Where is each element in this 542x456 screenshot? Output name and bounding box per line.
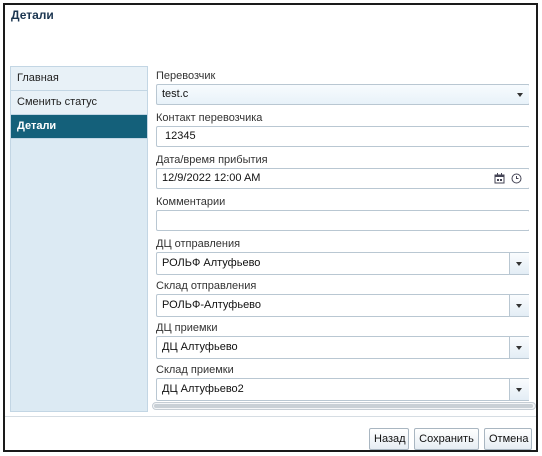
- horizontal-scrollbar[interactable]: [152, 402, 536, 410]
- scrollbar-thumb[interactable]: [154, 404, 533, 408]
- warehouse-receiving-value: ДЦ Алтуфьево2: [162, 383, 244, 395]
- sidebar-item-main[interactable]: Главная: [11, 67, 147, 91]
- warehouse-departure-dropdown-button[interactable]: [509, 295, 529, 316]
- warehouse-departure-value: РОЛЬФ-Алтуфьево: [162, 299, 262, 311]
- details-form: Перевозчик test.c Контакт перевозчика 12…: [154, 68, 529, 413]
- chevron-down-icon: [517, 93, 523, 97]
- chevron-down-icon: [516, 346, 522, 350]
- cancel-button[interactable]: Отмена: [484, 428, 532, 450]
- calendar-icon[interactable]: [494, 173, 505, 184]
- arrival-value: 12/9/2022 12:00 AM: [162, 172, 261, 184]
- dc-receiving-dropdown-button[interactable]: [509, 337, 529, 358]
- arrival-label: Дата/время прибытия: [156, 154, 268, 166]
- arrival-datetime-field[interactable]: 12/9/2022 12:00 AM: [156, 168, 529, 189]
- dc-receiving-value: ДЦ Алтуфьево: [162, 341, 238, 353]
- chevron-down-icon: [516, 262, 522, 266]
- sidebar-item-details[interactable]: Детали: [11, 115, 147, 139]
- warehouse-receiving-label: Склад приемки: [156, 364, 234, 376]
- dialog-footer: Назад Сохранить Отмена: [5, 416, 536, 450]
- dc-departure-label: ДЦ отправления: [156, 238, 241, 250]
- dc-receiving-select[interactable]: ДЦ Алтуфьево: [156, 336, 529, 359]
- warehouse-receiving-dropdown-button[interactable]: [509, 379, 529, 400]
- dialog-title: Детали: [11, 8, 54, 22]
- warehouse-departure-label: Склад отправления: [156, 280, 257, 292]
- sidebar: Главная Сменить статус Детали: [10, 66, 148, 412]
- dc-departure-dropdown-button[interactable]: [509, 253, 529, 274]
- carrier-contact-value: 12345: [165, 130, 196, 142]
- warehouse-receiving-select[interactable]: ДЦ Алтуфьево2: [156, 378, 529, 401]
- back-button[interactable]: Назад: [369, 428, 409, 450]
- clock-icon[interactable]: [511, 173, 522, 184]
- dc-departure-value: РОЛЬФ Алтуфьево: [162, 257, 261, 269]
- chevron-down-icon: [516, 388, 522, 392]
- comments-label: Комментарии: [156, 196, 226, 208]
- carrier-contact-field[interactable]: 12345: [156, 126, 529, 147]
- dc-departure-select[interactable]: РОЛЬФ Алтуфьево: [156, 252, 529, 275]
- carrier-select[interactable]: test.c: [156, 84, 529, 105]
- chevron-down-icon: [516, 304, 522, 308]
- sidebar-item-change-status[interactable]: Сменить статус: [11, 91, 147, 115]
- carrier-contact-label: Контакт перевозчика: [156, 112, 263, 124]
- dc-receiving-label: ДЦ приемки: [156, 322, 218, 334]
- save-button[interactable]: Сохранить: [414, 428, 479, 450]
- warehouse-departure-select[interactable]: РОЛЬФ-Алтуфьево: [156, 294, 529, 317]
- carrier-value: test.c: [162, 88, 189, 100]
- carrier-label: Перевозчик: [156, 70, 216, 82]
- comments-field[interactable]: [156, 210, 529, 231]
- details-dialog: Детали Главная Сменить статус Детали Пер…: [3, 3, 538, 452]
